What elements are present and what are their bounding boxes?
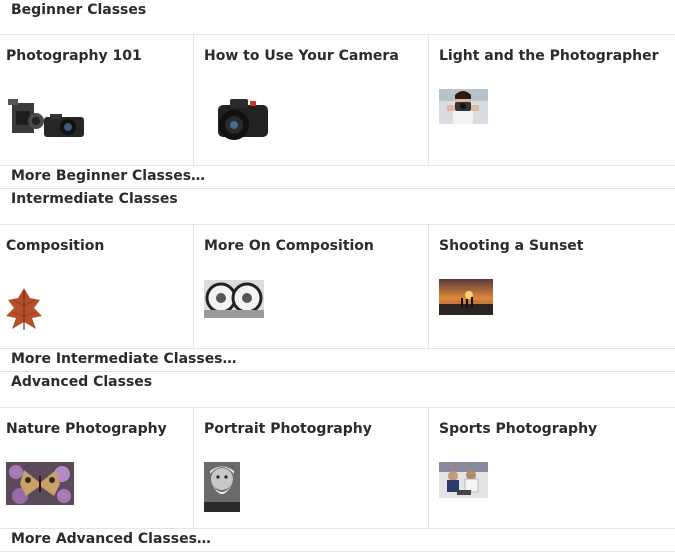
beach-sunset-image[interactable]	[439, 279, 493, 315]
dslr-camera-image[interactable]	[212, 95, 270, 143]
class-card[interactable]: Sports Photography	[429, 408, 675, 528]
more-advanced-classes-link[interactable]: More Advanced Classes…	[11, 531, 211, 547]
sports-action-image[interactable]	[439, 462, 488, 498]
class-title[interactable]: Sports Photography	[439, 421, 597, 437]
photographer-with-camera-image[interactable]	[439, 89, 488, 124]
more-link-row: More Intermediate Classes…	[0, 349, 675, 372]
class-card[interactable]: Portrait Photography	[194, 408, 429, 528]
class-title[interactable]: Nature Photography	[6, 421, 167, 437]
class-grid-intermediate: Composition More On Composition Shooting…	[0, 225, 675, 349]
section-title: Intermediate Classes	[11, 191, 178, 207]
class-card[interactable]: Light and the Photographer	[429, 35, 675, 165]
class-title[interactable]: More On Composition	[204, 238, 374, 254]
class-title[interactable]: Composition	[6, 238, 104, 254]
faces-through-lenses-image[interactable]	[204, 280, 264, 318]
more-link-row: More Beginner Classes…	[0, 166, 675, 189]
more-beginner-classes-link[interactable]: More Beginner Classes…	[11, 168, 205, 184]
section-header-intermediate: Intermediate Classes	[0, 189, 675, 225]
class-card[interactable]: Photography 101	[0, 35, 194, 165]
section-title: Beginner Classes	[11, 2, 147, 18]
bearded-man-portrait-image[interactable]	[204, 462, 240, 512]
class-card[interactable]: Composition	[0, 225, 194, 348]
class-card[interactable]: Shooting a Sunset	[429, 225, 675, 348]
class-title[interactable]: Portrait Photography	[204, 421, 372, 437]
class-title[interactable]: How to Use Your Camera	[204, 48, 399, 64]
section-header-advanced: Advanced Classes	[0, 372, 675, 408]
section-title: Advanced Classes	[11, 374, 153, 390]
class-grid-beginner: Photography 101 How to Use Your Camera L…	[0, 35, 675, 166]
class-card[interactable]: How to Use Your Camera	[194, 35, 429, 165]
class-title[interactable]: Light and the Photographer	[439, 48, 659, 64]
vintage-and-modern-cameras-image[interactable]	[6, 97, 84, 139]
class-title[interactable]: Photography 101	[6, 48, 142, 64]
section-header-beginner: Beginner Classes	[0, 0, 675, 35]
more-intermediate-classes-link[interactable]: More Intermediate Classes…	[11, 351, 237, 367]
class-title[interactable]: Shooting a Sunset	[439, 238, 584, 254]
class-grid-advanced: Nature Photography Portrait Photography …	[0, 408, 675, 529]
class-card[interactable]: Nature Photography	[0, 408, 194, 528]
class-card[interactable]: More On Composition	[194, 225, 429, 348]
autumn-leaf-image[interactable]	[6, 286, 43, 331]
more-link-row: More Advanced Classes…	[0, 529, 675, 552]
butterfly-on-flowers-image[interactable]	[6, 462, 74, 505]
